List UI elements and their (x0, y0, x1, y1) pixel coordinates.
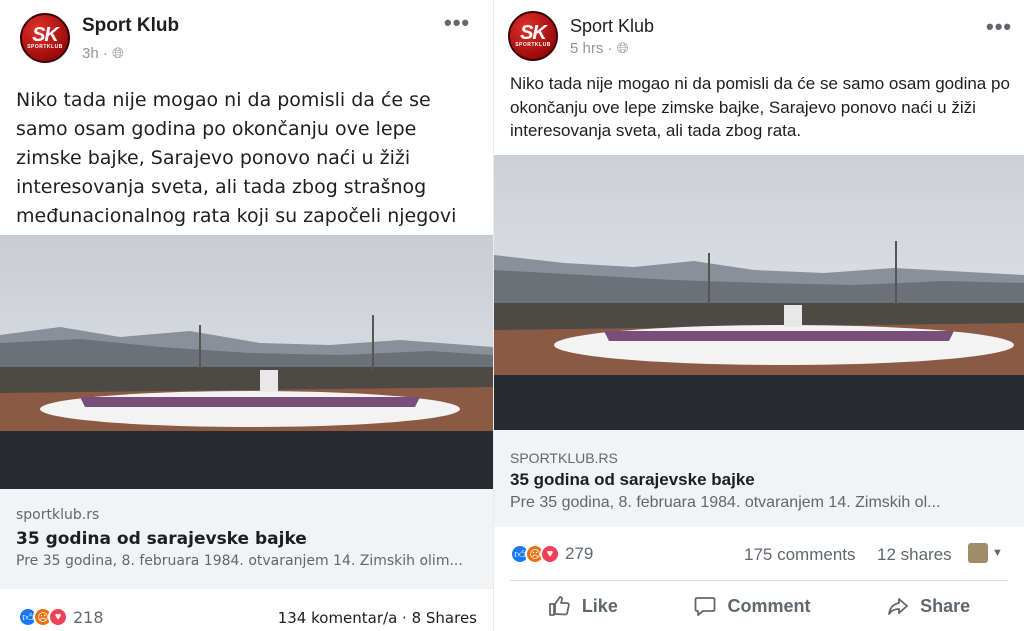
comment-button[interactable]: Comment (693, 594, 811, 618)
thumb-up-icon (548, 596, 570, 616)
comment-icon (695, 597, 716, 616)
love-reaction-icon: ♥ (48, 607, 68, 627)
link-image[interactable] (0, 235, 493, 489)
stadium-photo (0, 235, 493, 489)
like-button[interactable]: Like (548, 594, 618, 618)
avatar[interactable]: SK SPORTKLUB (508, 11, 558, 61)
post-text: Niko tada nije mogao ni da pomisli da će… (16, 89, 457, 256)
link-title: 35 godina od sarajevske bajke (16, 529, 307, 549)
reactions-count: 218 (73, 607, 104, 627)
link-description: Pre 35 godina, 8. februara 1984. otvaran… (510, 494, 941, 511)
post-text: Niko tada nije mogao ni da pomisli da će… (510, 74, 1010, 140)
comments-count[interactable]: 175 comments (744, 545, 856, 565)
link-domain: sportklub.rs (16, 507, 100, 523)
comments-shares[interactable]: 134 komentar/a · 8 Shares (278, 609, 477, 627)
chevron-down-icon: ▼ (992, 547, 1003, 559)
reactions[interactable]: 👍︎ ☹ ♥ 279 (510, 544, 593, 564)
love-reaction-icon: ♥ (540, 544, 560, 564)
reactions-count: 279 (565, 544, 594, 563)
globe-icon: 🌐︎ (112, 45, 125, 62)
post-time[interactable]: 3h · 🌐︎ (82, 45, 124, 62)
link-description: Pre 35 godina, 8. februara 1984. otvaran… (16, 553, 463, 569)
post-header: SK SPORTKLUB Sport Klub 5 hrs · 🌐︎ ••• (494, 0, 1024, 70)
link-domain: SPORTKLUB.RS (510, 450, 618, 466)
link-preview[interactable]: SPORTKLUB.RS 35 godina od sarajevske baj… (494, 430, 1024, 527)
post-header: SK SPORTKLUB Sport Klub 3h · 🌐︎ ••• (0, 0, 493, 70)
globe-icon: 🌐︎ (616, 40, 629, 57)
share-button[interactable]: Share (886, 594, 970, 618)
avatar (968, 543, 988, 563)
link-title: 35 godina od sarajevske bajke (510, 470, 755, 489)
reactions[interactable]: 👍︎ ☹ ♥ 218 (18, 607, 104, 627)
more-icon[interactable]: ••• (444, 10, 470, 36)
page-name[interactable]: Sport Klub (82, 15, 179, 37)
link-preview[interactable]: sportklub.rs 35 godina od sarajevske baj… (0, 489, 493, 589)
post-right: SK SPORTKLUB Sport Klub 5 hrs · 🌐︎ ••• N… (494, 0, 1024, 631)
avatar[interactable]: SK SPORTKLUB (20, 13, 70, 63)
link-image[interactable] (494, 155, 1024, 430)
post-time[interactable]: 5 hrs · 🌐︎ (570, 40, 629, 57)
share-icon (888, 598, 909, 615)
shares-count[interactable]: 12 shares (877, 545, 952, 565)
more-icon[interactable]: ••• (986, 14, 1012, 40)
post-actions: Like Comment Share (510, 580, 1008, 631)
page-name[interactable]: Sport Klub (570, 16, 654, 37)
post-left: SK SPORTKLUB Sport Klub 3h · 🌐︎ ••• Niko… (0, 0, 493, 631)
share-as-selector[interactable]: ▼ (968, 543, 1003, 563)
stadium-photo (494, 155, 1024, 430)
